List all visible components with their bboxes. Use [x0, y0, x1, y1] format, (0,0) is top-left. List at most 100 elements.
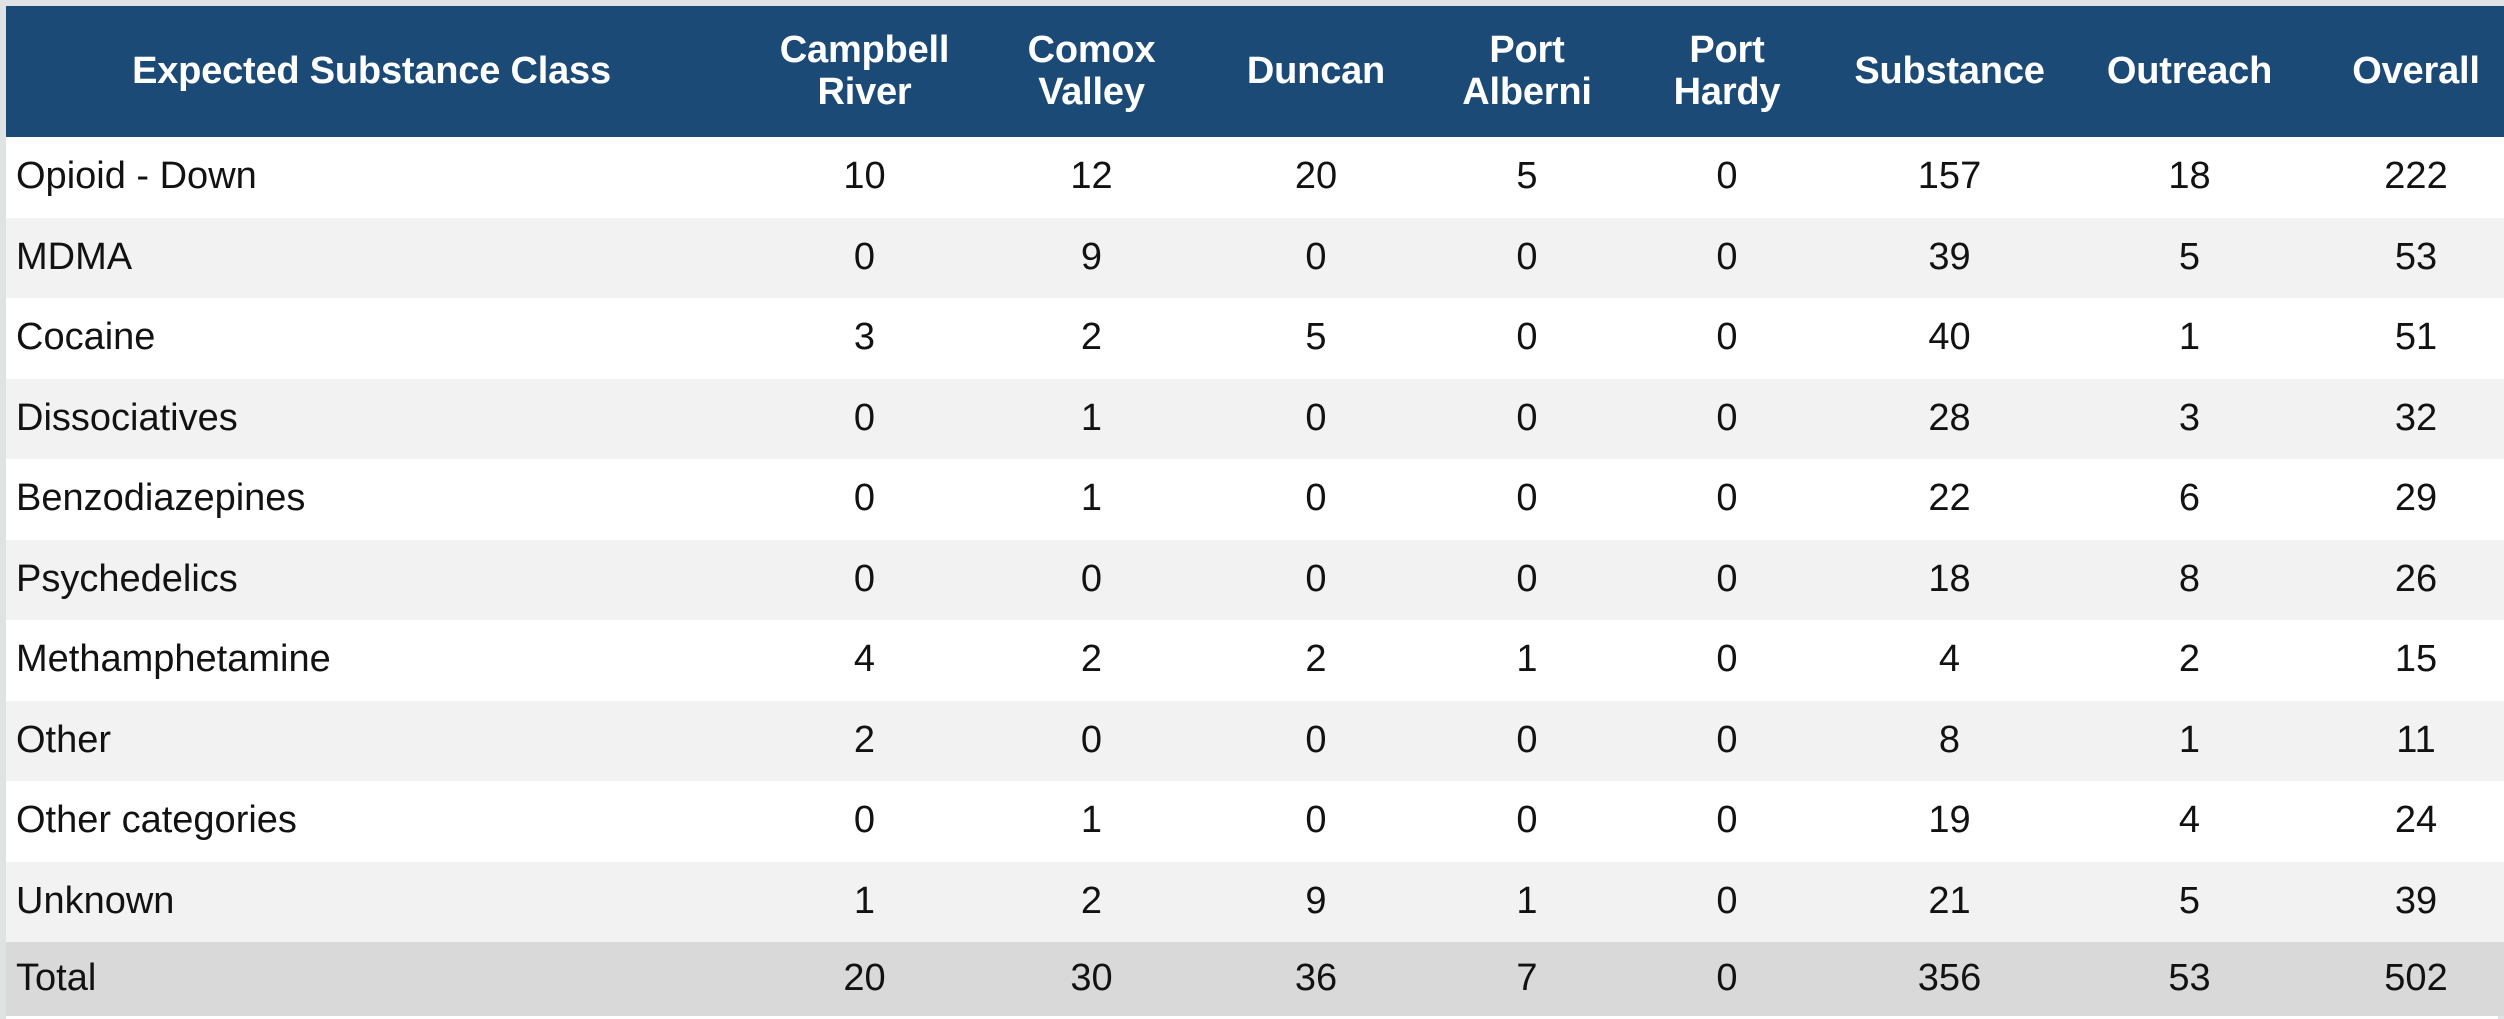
cell-overall: 24 [2394, 799, 2438, 842]
cell-port_alberni: 0 [1516, 316, 1538, 359]
table-row[interactable]: Opioid - Down 10 12 20 5 0 157 18 222 [6, 137, 2504, 218]
cell-outreach: 8 [2178, 557, 2201, 600]
cell-campbell_river: 0 [853, 235, 876, 278]
cell-duncan: 2 [1305, 638, 1327, 681]
total-cell-duncan: 36 [1294, 957, 1338, 1000]
column-header-class[interactable]: Expected Substance Class [6, 6, 751, 137]
cell-outreach: 18 [2168, 155, 2211, 198]
cell-overall: 51 [2394, 316, 2438, 359]
table-body: Opioid - Down 10 12 20 5 0 157 18 222 MDMA 0 9 0 0 0 39… [6, 137, 2504, 1016]
cell-overall: 39 [2394, 879, 2438, 922]
row-label-class: Cocaine [16, 316, 156, 359]
column-header-overall[interactable]: Overall [2307, 6, 2504, 137]
cell-port_alberni: 0 [1516, 477, 1538, 520]
cell-duncan: 0 [1305, 396, 1327, 439]
cell-duncan: 0 [1305, 557, 1327, 600]
cell-campbell_river: 4 [853, 638, 876, 681]
total-cell-substance: 356 [1917, 957, 1982, 1000]
cell-substance: 40 [1928, 316, 1971, 359]
cell-campbell_river: 0 [853, 799, 876, 842]
cell-comox_valley: 0 [1080, 718, 1103, 761]
cell-port_hardy: 0 [1716, 235, 1738, 278]
cell-outreach: 4 [2178, 799, 2201, 842]
cell-overall: 15 [2394, 638, 2438, 681]
cell-overall: 29 [2394, 477, 2438, 520]
cell-substance: 4 [1938, 638, 1961, 681]
cell-outreach: 2 [2178, 638, 2201, 681]
total-cell-overall: 502 [2384, 957, 2448, 1000]
cell-comox_valley: 9 [1080, 235, 1103, 278]
row-label-class: MDMA [16, 235, 133, 278]
row-label-class: Other [16, 718, 112, 761]
column-header-campbell_river[interactable]: Campbell River [751, 6, 978, 137]
column-header-duncan[interactable]: Duncan [1205, 6, 1427, 137]
cell-duncan: 9 [1305, 879, 1327, 922]
row-label-class: Opioid - Down [16, 155, 257, 198]
table-row[interactable]: Other categories 0 1 0 0 0 19 4 24 [6, 781, 2504, 862]
cell-campbell_river: 10 [843, 155, 886, 198]
cell-duncan: 0 [1305, 799, 1327, 842]
cell-outreach: 1 [2178, 718, 2201, 761]
cell-port_hardy: 0 [1716, 155, 1738, 198]
table-row[interactable]: Psychedelics 0 0 0 0 0 18 8 26 [6, 539, 2504, 620]
total-label: Total [16, 957, 97, 1000]
column-header-comox_valley[interactable]: Comox Valley [978, 6, 1205, 137]
cell-substance: 19 [1928, 799, 1971, 842]
cell-substance: 18 [1928, 557, 1971, 600]
cell-port_hardy: 0 [1716, 718, 1738, 761]
table-row[interactable]: Unknown 1 2 9 1 0 21 5 39 [6, 861, 2504, 942]
cell-port_alberni: 0 [1516, 396, 1538, 439]
column-header-port_alberni[interactable]: Port Alberni [1427, 6, 1627, 137]
row-label-class: Dissociatives [16, 396, 238, 439]
table-row[interactable]: Dissociatives 0 1 0 0 0 28 3 32 [6, 378, 2504, 459]
column-header-port_hardy[interactable]: Port Hardy [1627, 6, 1827, 137]
cell-comox_valley: 2 [1080, 316, 1103, 359]
cell-port_alberni: 0 [1516, 799, 1538, 842]
row-label-class: Methamphetamine [16, 638, 331, 681]
table-total-row: Total 20 30 36 7 0 356 53 502 [6, 942, 2504, 1016]
column-header-substance[interactable]: Substance [1827, 6, 2072, 137]
cell-substance: 39 [1928, 235, 1971, 278]
cell-campbell_river: 0 [853, 396, 876, 439]
table-row[interactable]: Cocaine 3 2 5 0 0 40 1 51 [6, 298, 2504, 379]
cell-comox_valley: 2 [1080, 638, 1103, 681]
cell-substance: 22 [1928, 477, 1971, 520]
cell-port_hardy: 0 [1716, 557, 1738, 600]
total-cell-outreach: 53 [2168, 957, 2211, 1000]
cell-duncan: 0 [1305, 235, 1327, 278]
total-cell-campbell_river: 20 [843, 957, 886, 1000]
table-row[interactable]: Methamphetamine 4 2 2 1 0 4 2 15 [6, 620, 2504, 701]
cell-outreach: 5 [2178, 235, 2201, 278]
cell-substance: 28 [1928, 396, 1971, 439]
cell-duncan: 20 [1294, 155, 1338, 198]
row-label-class: Other categories [16, 799, 297, 842]
cell-comox_valley: 1 [1080, 396, 1103, 439]
cell-port_alberni: 1 [1516, 638, 1538, 681]
table-row[interactable]: Benzodiazepines 0 1 0 0 0 22 6 29 [6, 459, 2504, 540]
table-header: Expected Substance Class Campbell River Co… [6, 6, 2504, 137]
cell-substance: 8 [1938, 718, 1961, 761]
cell-substance: 21 [1928, 879, 1971, 922]
cell-overall: 26 [2394, 557, 2438, 600]
cell-port_alberni: 0 [1516, 718, 1538, 761]
cell-campbell_river: 2 [853, 718, 876, 761]
cell-campbell_river: 1 [853, 879, 876, 922]
table-row[interactable]: MDMA 0 9 0 0 0 39 5 53 [6, 217, 2504, 298]
cell-outreach: 5 [2178, 879, 2201, 922]
cell-overall: 32 [2394, 396, 2438, 439]
cell-port_alberni: 1 [1516, 879, 1538, 922]
column-header-outreach[interactable]: Outreach [2072, 6, 2307, 137]
table-row[interactable]: Other 2 0 0 0 0 8 1 11 [6, 700, 2504, 781]
cell-duncan: 0 [1305, 477, 1327, 520]
cell-port_hardy: 0 [1716, 477, 1738, 520]
row-label-class: Psychedelics [16, 557, 238, 600]
total-cell-comox_valley: 30 [1070, 957, 1113, 1000]
cell-duncan: 5 [1305, 316, 1327, 359]
cell-overall: 222 [2384, 155, 2448, 198]
total-cell-port_hardy: 0 [1716, 957, 1738, 1000]
cell-campbell_river: 0 [853, 557, 876, 600]
cell-comox_valley: 2 [1080, 879, 1103, 922]
cell-port_hardy: 0 [1716, 638, 1738, 681]
cell-comox_valley: 0 [1080, 557, 1103, 600]
cell-campbell_river: 0 [853, 477, 876, 520]
